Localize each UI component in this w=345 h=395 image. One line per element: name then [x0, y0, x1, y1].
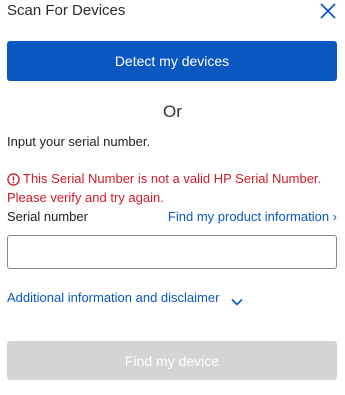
header: Scan For Devices	[7, 0, 339, 24]
chevron-down-icon	[231, 294, 244, 306]
find-product-info-link[interactable]: Find my product information ›	[168, 209, 337, 224]
find-device-button[interactable]: Find my device	[7, 341, 337, 380]
detect-devices-button[interactable]: Detect my devices	[7, 41, 337, 81]
or-divider: Or	[163, 102, 182, 121]
serial-number-label: Serial number	[7, 209, 88, 224]
error-line-2: Please verify and try again.	[7, 190, 164, 205]
error-circle-icon	[7, 173, 20, 190]
serial-instruction: Input your serial number.	[7, 134, 151, 149]
disclaimer-label: Additional information and disclaimer	[7, 290, 220, 305]
error-line-1: This Serial Number is not a valid HP Ser…	[23, 171, 322, 186]
close-icon[interactable]	[319, 2, 337, 20]
serial-number-input[interactable]	[7, 235, 337, 269]
error-message: This Serial Number is not a valid HP Ser…	[7, 171, 337, 206]
disclaimer-toggle[interactable]: Additional information and disclaimer	[7, 290, 244, 306]
page-title: Scan For Devices	[7, 2, 126, 19]
